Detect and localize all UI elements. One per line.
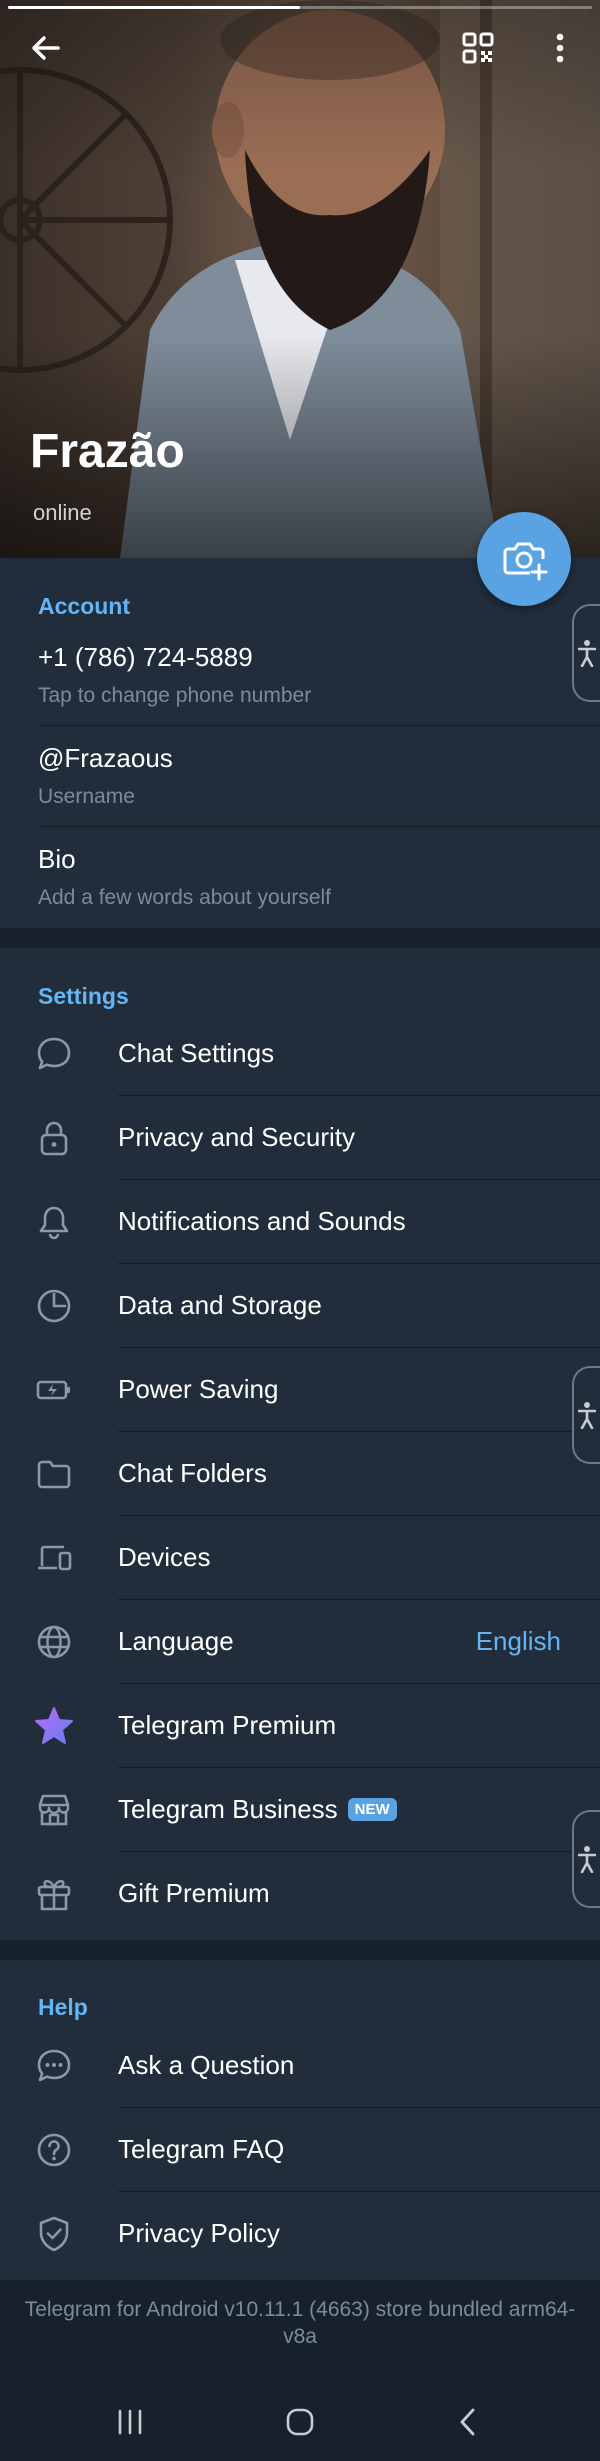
- story-progress-fill: [8, 6, 300, 9]
- divider: [38, 725, 600, 726]
- menu-item-label: Devices: [118, 1542, 211, 1572]
- menu-item-chat-settings[interactable]: Chat Settings: [0, 1012, 600, 1096]
- pie-chart-icon: [32, 1284, 76, 1328]
- chat-dots-icon: [32, 2044, 76, 2088]
- recent-apps-button[interactable]: [106, 2398, 154, 2446]
- back-arrow-icon: [32, 36, 60, 60]
- menu-item-notifications-sounds[interactable]: Notifications and Sounds: [0, 1180, 600, 1264]
- accessibility-icon: [578, 1846, 596, 1873]
- accessibility-icon: [578, 640, 596, 667]
- menu-item-chat-folders[interactable]: Chat Folders: [0, 1432, 600, 1516]
- home-button[interactable]: [276, 2398, 324, 2446]
- help-section: Help Ask a Question Telegram FAQ Privacy…: [0, 1960, 600, 2280]
- back-button[interactable]: [24, 26, 68, 70]
- menu-item-data-storage[interactable]: Data and Storage: [0, 1264, 600, 1348]
- devices-icon: [32, 1536, 76, 1580]
- gift-icon: [32, 1872, 76, 1916]
- menu-item-label: Power Saving: [118, 1374, 279, 1404]
- store-icon: [32, 1788, 76, 1832]
- menu-item-telegram-business[interactable]: Telegram Business NEW: [0, 1768, 600, 1852]
- menu-item-label: Privacy and Security: [118, 1122, 355, 1152]
- qr-code-button[interactable]: [456, 26, 500, 70]
- username-row[interactable]: @Frazaous Username: [38, 743, 600, 843]
- bio-hint: Add a few words about yourself: [38, 886, 331, 909]
- menu-item-label: Telegram Premium: [118, 1710, 337, 1740]
- chat-bubble-icon: [32, 1032, 76, 1076]
- menu-item-ask-question[interactable]: Ask a Question: [0, 2024, 600, 2108]
- section-separator: [0, 928, 600, 948]
- lock-icon: [32, 1116, 76, 1160]
- menu-item-language[interactable]: Language English: [0, 1600, 600, 1684]
- account-section: Account +1 (786) 724-5889 Tap to change …: [0, 558, 600, 928]
- accessibility-shortcut[interactable]: [572, 1366, 600, 1464]
- bio-label: Bio: [38, 844, 76, 874]
- more-vertical-icon: [556, 33, 564, 63]
- section-title-help: Help: [38, 1994, 88, 2020]
- phone-number-row[interactable]: +1 (786) 724-5889 Tap to change phone nu…: [38, 642, 600, 742]
- bell-icon: [32, 1200, 76, 1244]
- menu-item-privacy-policy[interactable]: Privacy Policy: [0, 2192, 600, 2276]
- accessibility-shortcut[interactable]: [572, 604, 600, 702]
- profile-header: Frazão online: [0, 0, 600, 558]
- menu-item-telegram-premium[interactable]: Telegram Premium: [0, 1684, 600, 1768]
- set-profile-photo-button[interactable]: [477, 512, 571, 606]
- new-badge: NEW: [347, 1798, 397, 1821]
- menu-item-label: Ask a Question: [118, 2050, 295, 2080]
- system-back-button[interactable]: [444, 2398, 492, 2446]
- phone-number-hint: Tap to change phone number: [38, 684, 312, 707]
- app-version-text: Telegram for Android v10.11.1 (4663) sto…: [24, 2298, 576, 2348]
- menu-item-label: Language: [118, 1626, 234, 1656]
- phone-number: +1 (786) 724-5889: [38, 642, 253, 672]
- profile-status: online: [33, 500, 92, 525]
- camera-add-icon: [503, 542, 548, 581]
- profile-name: Frazão: [30, 425, 185, 478]
- section-separator: [0, 1940, 600, 1960]
- menu-item-power-saving[interactable]: Power Saving: [0, 1348, 600, 1432]
- more-options-button[interactable]: [538, 26, 582, 70]
- menu-item-label: Data and Storage: [118, 1290, 322, 1320]
- shield-check-icon: [32, 2212, 76, 2256]
- section-title-settings: Settings: [38, 983, 129, 1009]
- username: @Frazaous: [38, 743, 173, 773]
- menu-item-label: Chat Folders: [118, 1458, 267, 1488]
- menu-item-label: Notifications and Sounds: [118, 1206, 406, 1236]
- system-navigation-bar: [0, 2380, 600, 2461]
- chevron-left-icon: [460, 2408, 475, 2436]
- menu-item-label: Telegram Business NEW: [118, 1794, 397, 1825]
- qr-code-icon: [462, 32, 494, 64]
- divider: [38, 826, 600, 827]
- settings-section: Settings Chat Settings Privacy and Secur…: [0, 948, 600, 1940]
- recent-apps-icon: [118, 2409, 142, 2435]
- battery-icon: [32, 1368, 76, 1412]
- story-progress-track: [8, 6, 592, 9]
- language-value: English: [475, 1626, 561, 1656]
- menu-item-privacy-security[interactable]: Privacy and Security: [0, 1096, 600, 1180]
- menu-item-label: Chat Settings: [118, 1038, 275, 1068]
- section-title-account: Account: [38, 593, 130, 619]
- accessibility-icon: [578, 1402, 596, 1429]
- question-circle-icon: [32, 2128, 76, 2172]
- premium-star-icon: [32, 1704, 76, 1748]
- menu-item-label: Telegram FAQ: [118, 2134, 285, 2164]
- menu-item-devices[interactable]: Devices: [0, 1516, 600, 1600]
- username-hint: Username: [38, 785, 135, 808]
- globe-icon: [32, 1620, 76, 1664]
- menu-item-gift-premium[interactable]: Gift Premium: [0, 1852, 600, 1936]
- business-label-text: Telegram Business: [118, 1794, 338, 1824]
- menu-item-label: Gift Premium: [118, 1878, 270, 1908]
- folder-icon: [32, 1452, 76, 1496]
- menu-item-telegram-faq[interactable]: Telegram FAQ: [0, 2108, 600, 2192]
- menu-item-label: Privacy Policy: [118, 2218, 280, 2248]
- accessibility-shortcut[interactable]: [572, 1810, 600, 1908]
- home-icon: [286, 2408, 314, 2436]
